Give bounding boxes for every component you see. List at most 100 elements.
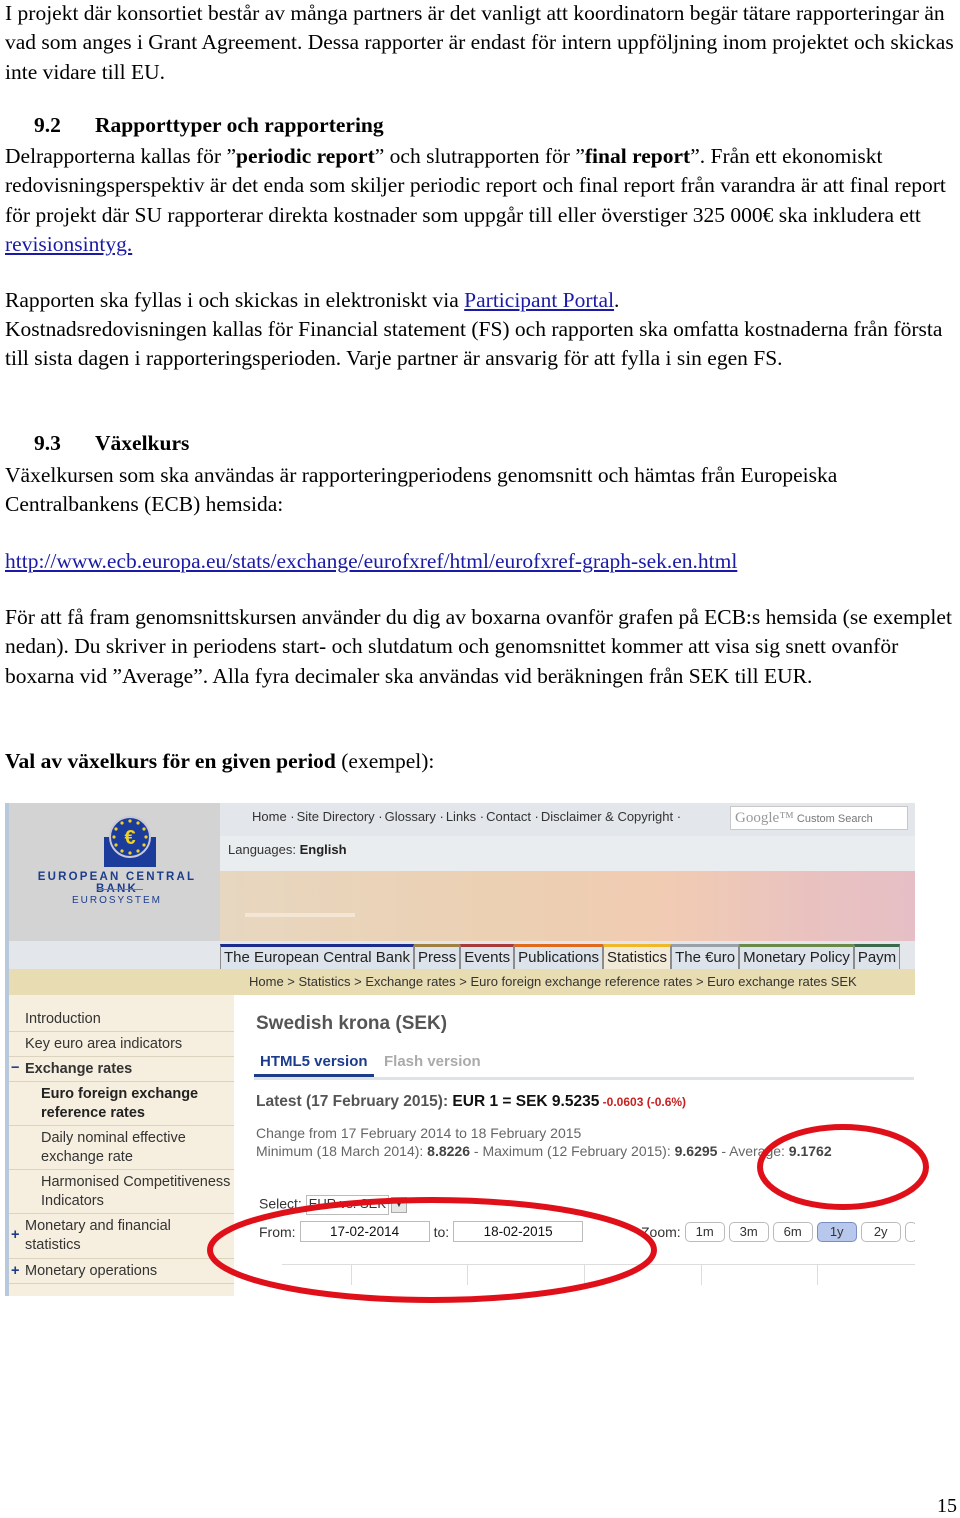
- top-link[interactable]: Links ·: [446, 809, 484, 824]
- select-label: Select:: [259, 1195, 302, 1212]
- language-english[interactable]: English: [300, 842, 347, 857]
- top-links: Home · Site Directory · Glossary · Links · C…: [252, 809, 683, 824]
- expand-icon[interactable]: +: [11, 1226, 19, 1245]
- chart-gridline-v: [701, 1265, 702, 1285]
- ecb-url-link[interactable]: http://www.ecb.europa.eu/stats/exchange/…: [5, 549, 737, 573]
- section-number: 9.2: [34, 113, 61, 137]
- example-caption: Val av växelkurs för en given period (ex…: [5, 747, 955, 776]
- top-link[interactable]: Contact ·: [486, 809, 539, 824]
- ecb-url-paragraph: http://www.ecb.europa.eu/stats/exchange/…: [5, 547, 955, 576]
- top-link[interactable]: Disclaimer & Copyright ·: [541, 809, 681, 824]
- sidebar-item[interactable]: Euro foreign exchange reference rates: [9, 1082, 234, 1126]
- to-label: to:: [433, 1223, 450, 1240]
- expand-icon[interactable]: +: [11, 1262, 19, 1281]
- participant-portal-link[interactable]: Participant Portal: [464, 288, 614, 312]
- section-number: 9.3: [34, 431, 61, 455]
- caption-bold: Val av växelkurs för en given period: [5, 749, 336, 773]
- tab-html5-version[interactable]: HTML5 version: [254, 1053, 374, 1077]
- latest-change: -0.0603 (-0.6%): [599, 1095, 687, 1109]
- page-number: 15: [937, 1495, 957, 1517]
- portal-paragraph: Rapporten ska fyllas i och skickas in el…: [5, 286, 955, 315]
- report-types-paragraph: Delrapporterna kallas för ”periodic repo…: [5, 142, 955, 260]
- tab-paym[interactable]: Paym: [853, 944, 901, 972]
- sidebar-item[interactable]: Introduction: [9, 1007, 234, 1032]
- section-heading-9-3: 9.3 Växelkurs: [34, 431, 189, 456]
- currency-select-row: Select: EUR vs. SEK ▼: [259, 1195, 407, 1215]
- tab-monetary-policy[interactable]: Monetary Policy: [739, 944, 854, 972]
- breadcrumb-text[interactable]: Home > Statistics > Exchange rates > Eur…: [249, 969, 857, 995]
- chart-gridline-v: [467, 1265, 468, 1285]
- sidebar-item-label: Daily nominal effective exchange rate: [41, 1130, 186, 1165]
- zoom-more-button[interactable]: [904, 1222, 915, 1242]
- chart-gridline: [282, 1264, 915, 1265]
- zoom-1y-button[interactable]: 1y: [816, 1222, 857, 1242]
- ecb-logo[interactable]: € EUROPEAN CENTRAL BANK EUROSYSTEM: [9, 803, 220, 950]
- sidebar-menu: Introduction Key euro area indicators − Exc…: [9, 995, 234, 1296]
- tab-events[interactable]: Events: [460, 944, 515, 972]
- sidebar-item[interactable]: + Monetary and financial statistics: [9, 1214, 234, 1259]
- sidebar-item-label: Monetary operations: [25, 1263, 158, 1279]
- zoom-1m-button[interactable]: 1m: [684, 1222, 725, 1242]
- version-tabs: HTML5 version Flash version: [254, 1053, 914, 1080]
- text: Rapporten ska fyllas i och skickas in el…: [5, 288, 465, 312]
- zoom-3m-button[interactable]: 3m: [728, 1222, 769, 1242]
- svg-text:€: €: [124, 827, 135, 849]
- to-date-input[interactable]: 18-02-2015: [453, 1221, 584, 1242]
- sidebar-item[interactable]: Daily nominal effective exchange rate: [9, 1126, 234, 1170]
- min-label: Minimum (18 March 2014):: [256, 1143, 428, 1159]
- top-link[interactable]: Home ·: [252, 809, 295, 824]
- financial-statement-paragraph: Kostnadsredovisningen kallas för Financi…: [5, 317, 943, 371]
- tab-statistics[interactable]: Statistics: [603, 944, 672, 972]
- tab-the-european-central-bank[interactable]: The European Central Bank: [220, 944, 414, 972]
- latest-value: EUR 1 = SEK 9.5235: [452, 1093, 600, 1110]
- ecb-name: EUROPEAN CENTRAL BANK: [37, 871, 197, 895]
- search-input[interactable]: Google™ Custom Search: [730, 806, 908, 830]
- tab-press[interactable]: Press: [413, 944, 461, 972]
- banner-decoration: [245, 913, 355, 917]
- tab-the-uro[interactable]: The €uro: [671, 944, 740, 972]
- banknote-banner: [220, 871, 915, 941]
- min-max-average: Minimum (18 March 2014): 8.8226 - Maximu…: [256, 1142, 832, 1160]
- sidebar-item-label: Exchange rates: [25, 1061, 133, 1077]
- caption-rest: (exempel):: [335, 749, 435, 773]
- google-logo: Google™: [735, 810, 794, 826]
- chart-gridline-v: [817, 1265, 818, 1285]
- zoom-2y-button[interactable]: 2y: [860, 1222, 901, 1242]
- search-placeholder: Custom Search: [796, 813, 873, 825]
- top-link[interactable]: Site Directory ·: [297, 809, 383, 824]
- change-period: Change from 17 February 2014 to 18 Febru…: [256, 1125, 582, 1141]
- average-value: 9.1762: [788, 1143, 832, 1159]
- term-final-report: final report: [584, 144, 691, 168]
- from-label: From:: [259, 1223, 296, 1240]
- average-label: - Average:: [717, 1143, 789, 1159]
- language-bar: Languages: English: [220, 836, 915, 871]
- intro-paragraph: I projekt där konsortiet består av många…: [5, 1, 954, 84]
- change-summary: Change from 17 February 2014 to 18 Febru…: [256, 1124, 832, 1160]
- eurosystem-label: EUROSYSTEM: [71, 895, 162, 906]
- top-link[interactable]: Glossary ·: [385, 809, 444, 824]
- latest-label: Latest (17 February 2015):: [256, 1093, 453, 1110]
- text: Delrapporterna kallas för ”: [5, 144, 237, 168]
- chevron-down-icon[interactable]: ▼: [391, 1197, 407, 1213]
- sidebar-item[interactable]: Key euro area indicators: [9, 1032, 234, 1057]
- currency-pair-select[interactable]: EUR vs. SEK: [305, 1195, 389, 1215]
- chart-gridline-v: [351, 1265, 352, 1285]
- sidebar-item[interactable]: − Exchange rates: [9, 1057, 234, 1082]
- zoom-label: Zoom:: [641, 1224, 681, 1240]
- term-periodic-report: periodic report: [236, 144, 375, 168]
- zoom-6m-button[interactable]: 6m: [772, 1222, 813, 1242]
- zoom-controls: Zoom: 1m 3m 6m 1y 2y: [641, 1222, 915, 1242]
- tab-publications[interactable]: Publications: [514, 944, 604, 972]
- sidebar-item[interactable]: + Monetary operations: [9, 1259, 234, 1284]
- tab-flash-version[interactable]: Flash version: [384, 1053, 481, 1070]
- revisionsintyg-link[interactable]: revisionsintyg.: [5, 232, 132, 256]
- min-value: 8.8226: [427, 1143, 470, 1159]
- top-navigation: Home · Site Directory · Glossary · Links · C…: [220, 803, 915, 836]
- collapse-icon[interactable]: −: [11, 1059, 19, 1078]
- text: ” och slutrapporten för ”: [374, 144, 585, 168]
- from-date-input[interactable]: 17-02-2014: [299, 1221, 430, 1242]
- sidebar-item[interactable]: Harmonised Competitiveness Indicators: [9, 1170, 234, 1214]
- latest-rate: Latest (17 February 2015): EUR 1 = SEK 9…: [256, 1093, 686, 1111]
- currency-title: Swedish krona (SEK): [256, 1013, 448, 1034]
- average-instructions-paragraph: För att få fram genomsnittskursen använd…: [5, 605, 952, 688]
